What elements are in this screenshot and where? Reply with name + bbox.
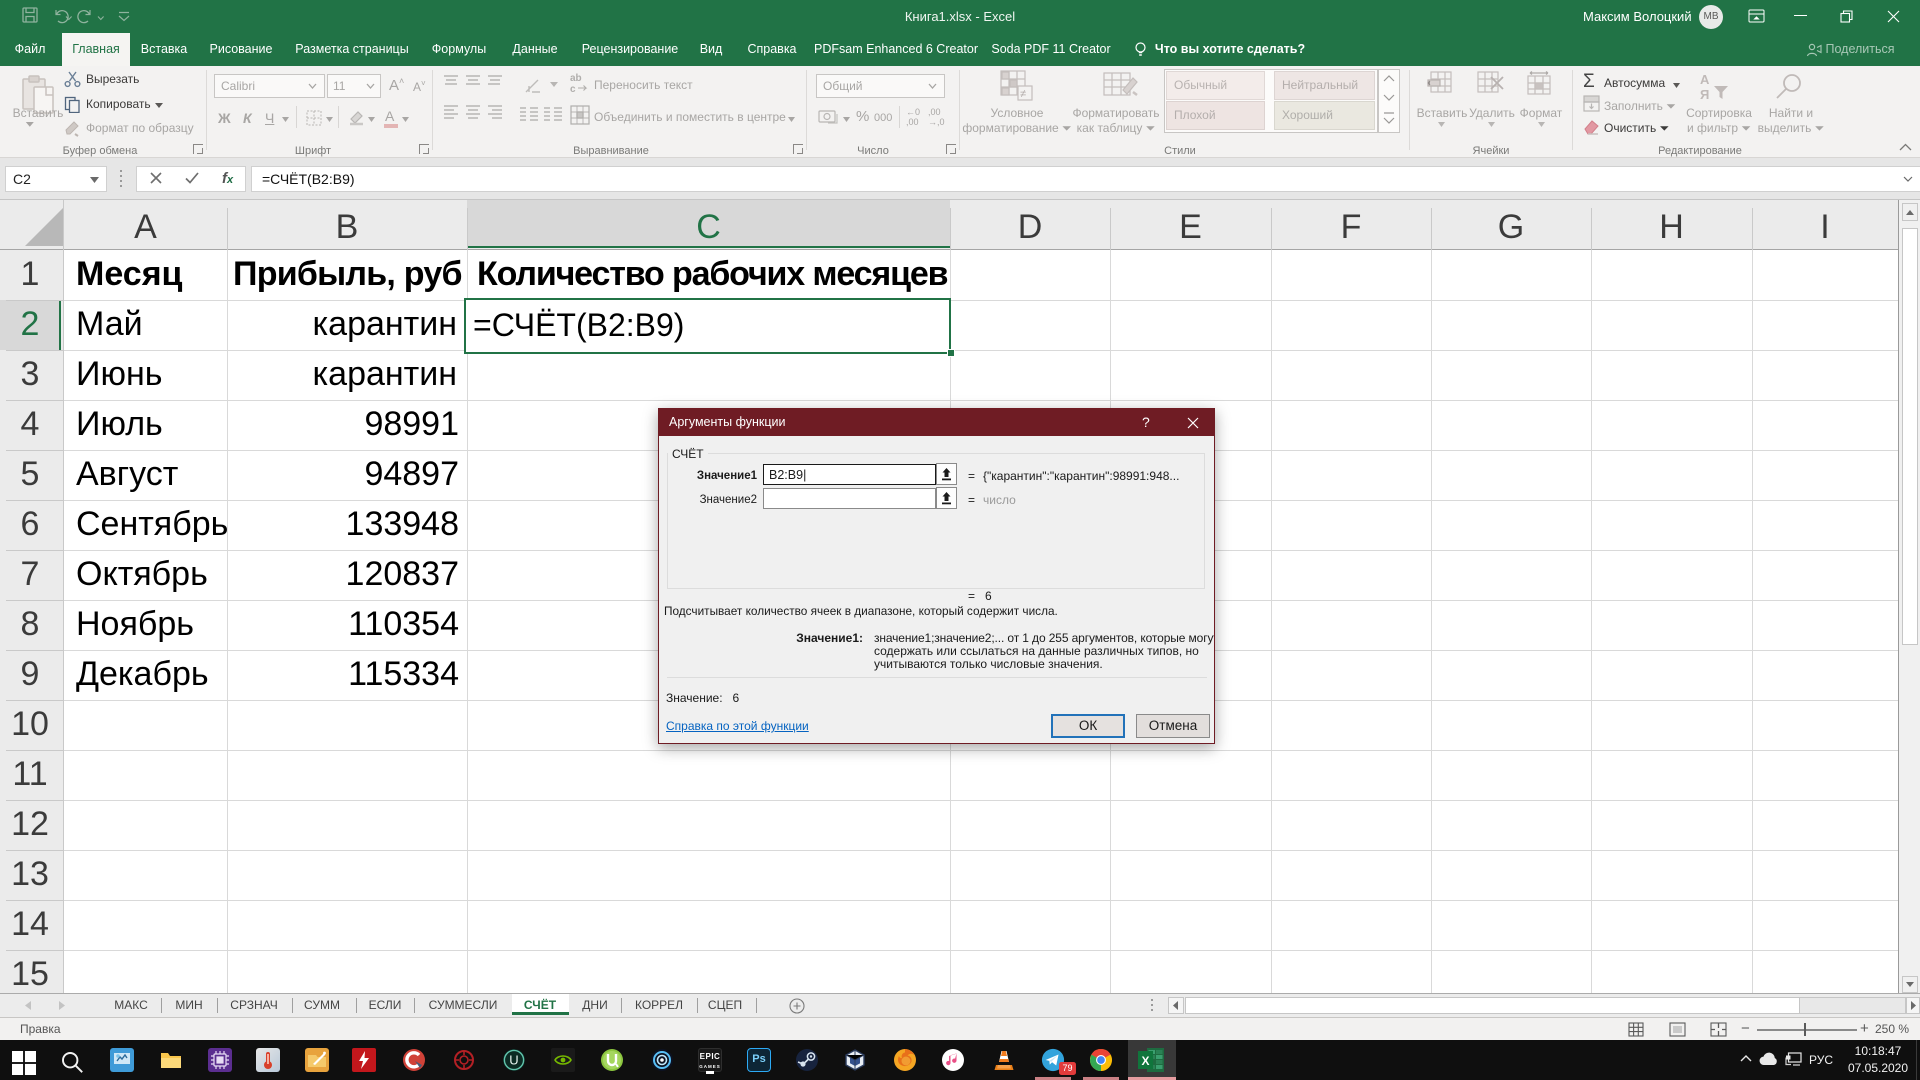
svg-text:X: X: [1141, 1054, 1149, 1068]
svg-text:≠: ≠: [1020, 88, 1026, 100]
svg-text:ab: ab: [570, 73, 582, 84]
svg-text:Я: Я: [1700, 87, 1709, 102]
svg-text:c: c: [570, 84, 576, 94]
svg-text:U: U: [509, 1053, 518, 1068]
svg-text:А: А: [1700, 72, 1710, 87]
